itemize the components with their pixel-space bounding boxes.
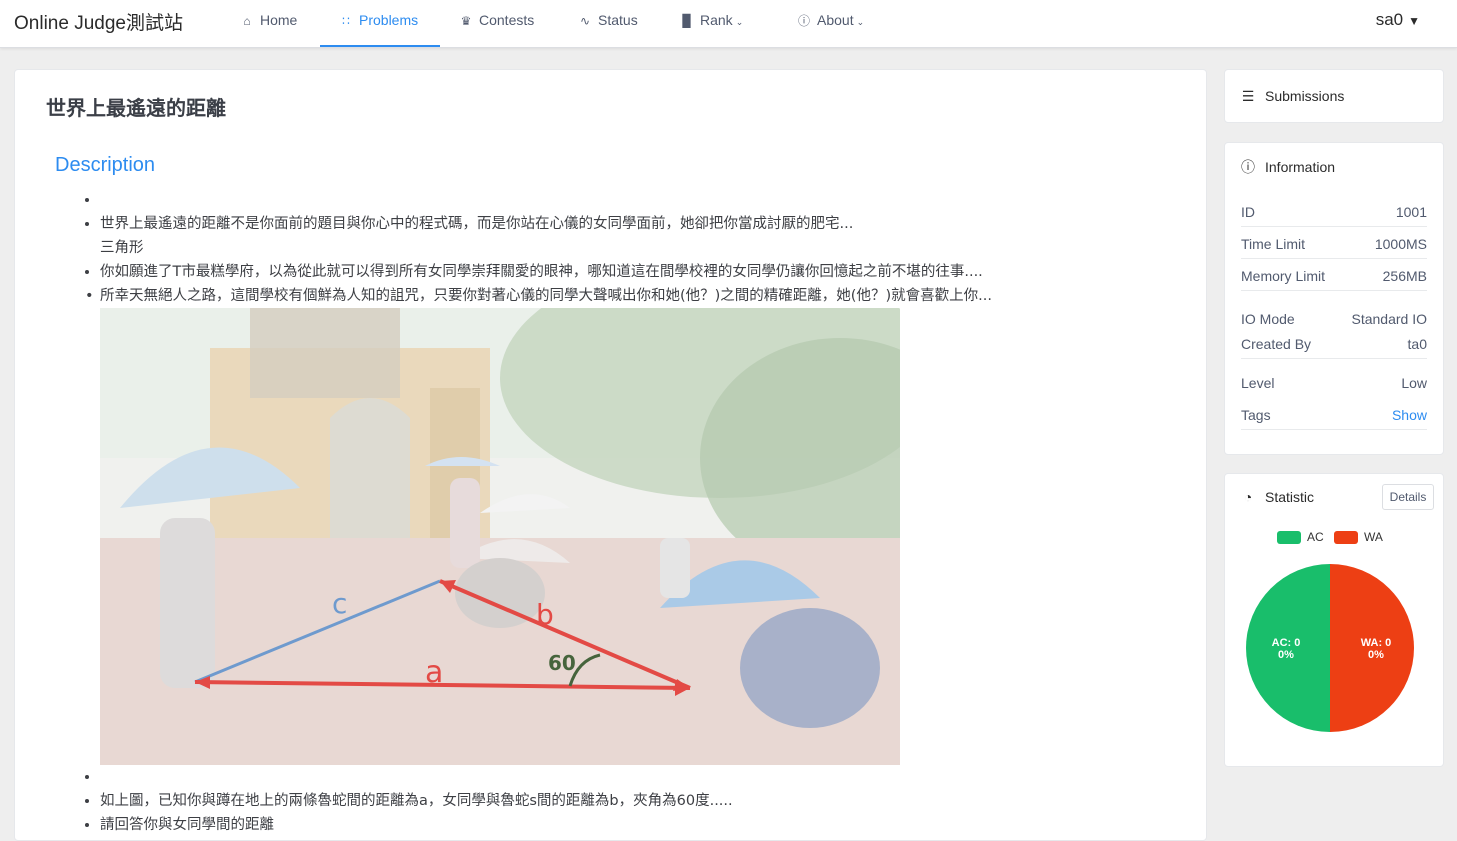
legend-swatch-wa <box>1334 531 1358 545</box>
pie-label-ac: AC: 0 <box>1272 637 1301 649</box>
nav-status-label: Status <box>598 12 638 28</box>
info-key: ID <box>1241 204 1255 220</box>
list-icon: ☰ <box>1241 88 1255 104</box>
details-button[interactable]: Details <box>1382 484 1434 510</box>
nav-about[interactable]: ⓘ About ⌄ <box>797 0 864 47</box>
info-icon: ⓘ <box>1241 159 1255 175</box>
description-list: 世界上最遙遠的距離不是你面前的題目與你心中的程式碼，而是你站在心儀的女同學面前，… <box>85 188 1185 837</box>
nav-home[interactable]: ⌂ Home <box>240 0 297 47</box>
info-key: Memory Limit <box>1241 268 1326 284</box>
trophy-icon: ♛ <box>460 14 472 28</box>
pie-chart-icon: ◔ <box>1243 489 1253 505</box>
info-row-memory-limit: Memory Limit 256MB <box>1241 262 1427 291</box>
info-key: Created By <box>1241 336 1312 352</box>
information-title: Information <box>1265 159 1336 175</box>
info-value: Low <box>1401 375 1427 391</box>
description-text: 所幸天無絕人之路，這間學校有個鮮為人知的詛咒，只要你對著心儀的同學大聲喊出你和她… <box>100 288 992 304</box>
nav-problems[interactable]: ∷ Problems <box>320 0 440 47</box>
list-item: 如上圖，已知你與蹲在地上的兩條魯蛇間的距離為a，女同學與魯蛇s間的距離為b，夾角… <box>100 789 1185 813</box>
info-value: ta0 <box>1407 336 1427 352</box>
info-key: Tags <box>1241 407 1271 423</box>
info-row-tags: Tags Show <box>1241 401 1427 430</box>
username: sa0 <box>1375 10 1404 29</box>
info-value: 256MB <box>1382 268 1427 284</box>
info-row-time-limit: Time Limit 1000MS <box>1241 230 1427 259</box>
description-text: 如上圖，已知你與蹲在地上的兩條魯蛇間的距離為a，女同學與魯蛇s間的距離為b，夾角… <box>100 793 733 809</box>
information-card: ⓘ Information ID 1001 Time Limit 1000MS Mem… <box>1224 142 1444 455</box>
info-value: Standard IO <box>1351 311 1428 327</box>
statistic-title: Statistic <box>1265 489 1315 505</box>
nav-rank[interactable]: ▉ Rank ⌄ <box>680 0 743 47</box>
nav-home-label: Home <box>260 12 298 28</box>
list-item <box>100 188 1185 212</box>
list-item: 你如願進了T市最糕學府，以為從此就可以得到所有女同學崇拜關愛的眼神，哪知道這在間… <box>100 260 1185 284</box>
nav-status[interactable]: ∿ Status <box>578 0 638 47</box>
bar-chart-icon: ▉ <box>682 14 692 28</box>
info-key: IO Mode <box>1241 311 1295 327</box>
submissions-link[interactable]: ☰ Submissions <box>1241 88 1345 105</box>
grid-icon: ∷ <box>342 14 350 28</box>
problem-panel: 世界上最遙遠的距離 Description 世界上最遙遠的距離不是你面前的題目與… <box>14 69 1207 841</box>
submissions-card[interactable]: ☰ Submissions <box>1224 69 1444 123</box>
submissions-label: Submissions <box>1265 88 1345 104</box>
information-header: ⓘ Information <box>1241 157 1335 177</box>
legend-wa[interactable]: WA <box>1334 529 1383 545</box>
triangle-figure-svg: c b a 60 <box>100 308 900 765</box>
description-text: 三角形 <box>100 240 144 256</box>
info-row-created-by: Created By ta0 <box>1241 330 1427 359</box>
description-text: 你如願進了T市最糕學府，以為從此就可以得到所有女同學崇拜關愛的眼神，哪知道這在間… <box>100 264 983 280</box>
caret-down-icon: ▼ <box>1408 14 1420 28</box>
problem-description: 世界上最遙遠的距離不是你面前的題目與你心中的程式碼，而是你站在心儀的女同學面前，… <box>85 188 1185 837</box>
description-text: 請回答你與女同學間的距離 <box>100 817 274 833</box>
info-row-io-mode: IO Mode Standard IO <box>1241 305 1427 333</box>
nav-rank-label: Rank <box>700 12 733 28</box>
nav-contests-label: Contests <box>479 12 535 28</box>
info-value: 1000MS <box>1374 236 1427 252</box>
legend-swatch-ac <box>1277 531 1301 545</box>
info-row-id: ID 1001 <box>1241 198 1427 227</box>
info-row-level: Level Low <box>1241 369 1427 397</box>
info-key: Time Limit <box>1241 236 1306 252</box>
legend-label-wa: WA <box>1364 530 1383 544</box>
pie-label-wa: WA: 0 <box>1361 637 1392 649</box>
pulse-icon: ∿ <box>579 14 591 28</box>
info-value: 1001 <box>1395 204 1427 220</box>
top-navbar: Online Judge測試站 ⌂ Home ∷ Problems ♛ Contest… <box>0 0 1457 48</box>
problem-title: 世界上最遙遠的距離 <box>46 96 226 120</box>
pie-label-wa-pct: 0% <box>1368 649 1384 661</box>
legend-ac[interactable]: AC <box>1277 529 1324 545</box>
site-brand[interactable]: Online Judge測試站 <box>14 8 183 35</box>
description-heading: Description <box>55 154 156 176</box>
chevron-down-icon: ⌄ <box>735 17 744 27</box>
list-item <box>100 765 1185 789</box>
pie-label-ac-pct: 0% <box>1278 649 1294 661</box>
list-item: 請回答你與女同學間的距離 <box>100 813 1185 837</box>
chevron-down-icon: ⌄ <box>856 17 865 27</box>
user-menu[interactable]: sa0 ▼ <box>1376 10 1420 30</box>
description-text: 世界上最遙遠的距離不是你面前的題目與你心中的程式碼，而是你站在心儀的女同學面前，… <box>100 216 854 232</box>
list-item: 世界上最遙遠的距離不是你面前的題目與你心中的程式碼，而是你站在心儀的女同學面前，… <box>100 212 1185 260</box>
info-key: Level <box>1241 375 1275 391</box>
triangle-figure: c b a 60 <box>100 308 900 765</box>
legend-label-ac: AC <box>1307 530 1324 544</box>
nav-about-label: About <box>817 12 854 28</box>
statistic-header: ◔ Statistic <box>1241 489 1314 505</box>
statistic-card: ◔ Statistic Details AC WA AC: 0 0% WA: 0 … <box>1224 473 1444 767</box>
home-icon: ⌂ <box>243 14 251 28</box>
nav-problems-label: Problems <box>359 12 419 28</box>
statistic-pie-chart: AC: 0 0% WA: 0 0% <box>1246 564 1414 732</box>
nav-contests[interactable]: ♛ Contests <box>459 0 535 47</box>
list-item: • 所幸天無絕人之路，這間學校有個鮮為人知的詛咒，只要你對著心儀的同學大聲喊出你… <box>85 284 1185 765</box>
tags-show-link[interactable]: Show <box>1392 401 1427 429</box>
info-icon: ⓘ <box>797 14 810 28</box>
